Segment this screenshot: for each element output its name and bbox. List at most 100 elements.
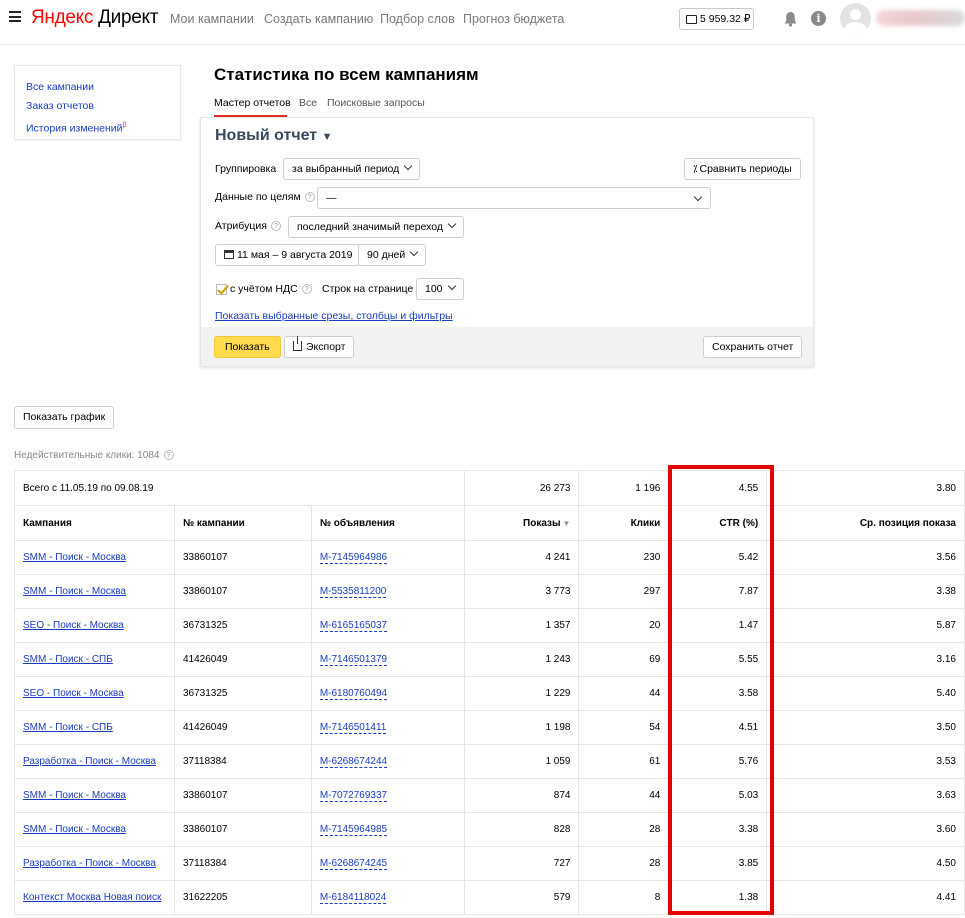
top-header: Яндекс Директ Мои кампании Создать кампа… (0, 0, 965, 40)
help-icon[interactable]: ? (304, 192, 315, 202)
nav-my-campaigns[interactable]: Мои кампании (170, 12, 254, 26)
report-title[interactable]: Новый отчет ▼ (215, 127, 332, 145)
table-row: Контекст Москва Новая поиск 31622205 M-618… (14, 880, 965, 915)
table-body: SMM - Поиск - Москва 33860107 M-7145964986… (14, 540, 965, 915)
col-ctr[interactable]: CTR (%) (668, 505, 768, 541)
col-ad-id[interactable]: № объявления (310, 505, 465, 541)
clicks: 8 (654, 892, 661, 903)
campaign-link[interactable]: SEO - Поиск - Москва (23, 688, 124, 699)
caret-down-icon: ▼ (321, 131, 333, 143)
campaign-link[interactable]: SMM - Поиск - Москва (23, 790, 126, 801)
nav-create-campaign[interactable]: Создать кампанию (264, 12, 373, 26)
ad-link[interactable]: M-5535811200 (319, 586, 387, 598)
date-range-value: 11 мая – 9 августа 2019 (237, 249, 353, 261)
campaign-id: 41426049 (182, 654, 228, 665)
campaign-id: 41426049 (182, 722, 228, 733)
attribution-select[interactable]: последний значимый переход (288, 216, 465, 238)
campaign-link[interactable]: Контекст Москва Новая поиск (23, 892, 161, 903)
bell-icon[interactable] (783, 11, 798, 27)
date-range-picker[interactable]: 11 мая – 9 августа 2019 (215, 244, 362, 266)
clicks: 230 (643, 552, 661, 563)
cell-clicks: 28 (578, 812, 670, 847)
cell-ad-link: M-5535811200 (310, 574, 465, 609)
goals-select[interactable]: — (317, 187, 711, 209)
page-title: Статистика по всем кампаниям (214, 65, 479, 84)
campaign-link[interactable]: SMM - Поиск - СПБ (23, 722, 113, 733)
help-icon[interactable]: ? (163, 450, 174, 460)
clicks: 28 (649, 824, 661, 835)
cell-clicks: 297 (578, 574, 670, 609)
campaign-link[interactable]: SEO - Поиск - Москва (23, 620, 124, 631)
nav-budget-forecast[interactable]: Прогноз бюджета (463, 12, 564, 26)
campaign-id: 33860107 (182, 586, 228, 597)
cell-campaign-id: 41426049 (173, 710, 312, 745)
rows-per-page-select[interactable]: 100 (416, 278, 464, 300)
avatar[interactable] (840, 3, 871, 34)
campaign-link[interactable]: SMM - Поиск - Москва (23, 586, 126, 597)
ad-link[interactable]: M-6184118024 (319, 892, 387, 904)
tab-search-queries[interactable]: Поисковые запросы (327, 97, 425, 109)
col-clicks[interactable]: Клики (578, 505, 670, 541)
avg-position: 3.50 (936, 722, 956, 733)
balance-button[interactable]: 5 959.32 ₽ (679, 8, 754, 30)
panel-footer: Показать Экспорт Сохранить отчет (201, 327, 813, 366)
help-icon[interactable]: ? (270, 221, 281, 231)
campaign-link[interactable]: SMM - Поиск - СПБ (23, 654, 113, 665)
help-icon[interactable]: ? (301, 284, 312, 294)
cell-ad-link: M-7146501379 (310, 642, 465, 677)
clicks: 44 (649, 790, 661, 801)
beta-badge: β (122, 122, 127, 129)
ad-link[interactable]: M-7146501411 (319, 722, 387, 734)
ad-link[interactable]: M-7072769337 (319, 790, 388, 802)
cell-ctr: 3.38 (668, 812, 768, 847)
col-avg-position[interactable]: Ср. позиция показа (766, 505, 965, 541)
invalid-clicks: Недействительные клики: 1084? (14, 450, 174, 461)
table-row: SMM - Поиск - Москва 33860107 M-5535811200… (14, 574, 965, 609)
col-impressions-label: Показы (523, 517, 561, 529)
ad-link[interactable]: M-6268674245 (319, 858, 388, 870)
show-button[interactable]: Показать (214, 336, 281, 358)
sidebar-item-report-orders[interactable]: Заказ отчетов (26, 97, 180, 116)
grouping-select[interactable]: за выбранный период (283, 158, 421, 180)
cell-impressions: 579 (463, 880, 580, 915)
tab-all[interactable]: Все (299, 97, 317, 109)
ad-link[interactable]: M-6165165037 (319, 620, 388, 632)
menu-icon[interactable] (9, 11, 21, 22)
cell-ad-link: M-7146501411 (310, 710, 465, 745)
show-slices-link[interactable]: Показать выбранные срезы, столбцы и филь… (215, 310, 453, 322)
username-blurred[interactable] (876, 10, 965, 26)
cell-ad-link: M-6268674245 (310, 846, 465, 881)
table-row: SMM - Поиск - Москва 33860107 M-7145964986… (14, 540, 965, 575)
campaign-link[interactable]: Разработка - Поиск - Москва (23, 858, 156, 869)
ad-link[interactable]: M-6180760494 (319, 688, 388, 700)
save-report-button[interactable]: Сохранить отчет (703, 336, 803, 358)
campaign-id: 33860107 (182, 824, 228, 835)
col-impressions[interactable]: Показы ▼ (463, 505, 580, 541)
col-campaign[interactable]: Кампания (14, 505, 175, 541)
vat-checkbox[interactable] (216, 284, 227, 295)
period-select[interactable]: 90 дней (358, 244, 427, 266)
cell-ad-link: M-7145964986 (310, 540, 465, 575)
compare-periods-button[interactable]: ⁒ Сравнить периоды (684, 158, 801, 180)
sidebar-item-change-history[interactable]: История измененийβ (26, 116, 180, 139)
ad-link[interactable]: M-7146501379 (319, 654, 388, 666)
nav-keyword-planner[interactable]: Подбор слов (380, 12, 455, 26)
avg-position: 4.41 (936, 892, 956, 903)
campaign-link[interactable]: SMM - Поиск - Москва (23, 824, 126, 835)
campaign-link[interactable]: Разработка - Поиск - Москва (23, 756, 156, 767)
ad-link[interactable]: M-7145964985 (319, 824, 388, 836)
impressions: 1 243 (545, 654, 571, 665)
ad-link[interactable]: M-6268674244 (319, 756, 388, 768)
campaign-link[interactable]: SMM - Поиск - Москва (23, 552, 126, 563)
cell-campaign-link: Разработка - Поиск - Москва (14, 846, 175, 881)
logo[interactable]: Яндекс Директ (31, 7, 158, 29)
ad-link[interactable]: M-7145964986 (319, 552, 388, 564)
info-icon[interactable]: i (811, 11, 826, 26)
sidebar-item-all-campaigns[interactable]: Все кампании (26, 78, 180, 97)
col-campaign-id[interactable]: № кампании (173, 505, 312, 541)
tab-report-wizard[interactable]: Мастер отчетов (214, 97, 291, 109)
export-button[interactable]: Экспорт (284, 336, 355, 358)
export-icon (293, 336, 302, 351)
show-chart-button[interactable]: Показать график (14, 406, 115, 429)
cell-impressions: 1 059 (463, 744, 580, 779)
